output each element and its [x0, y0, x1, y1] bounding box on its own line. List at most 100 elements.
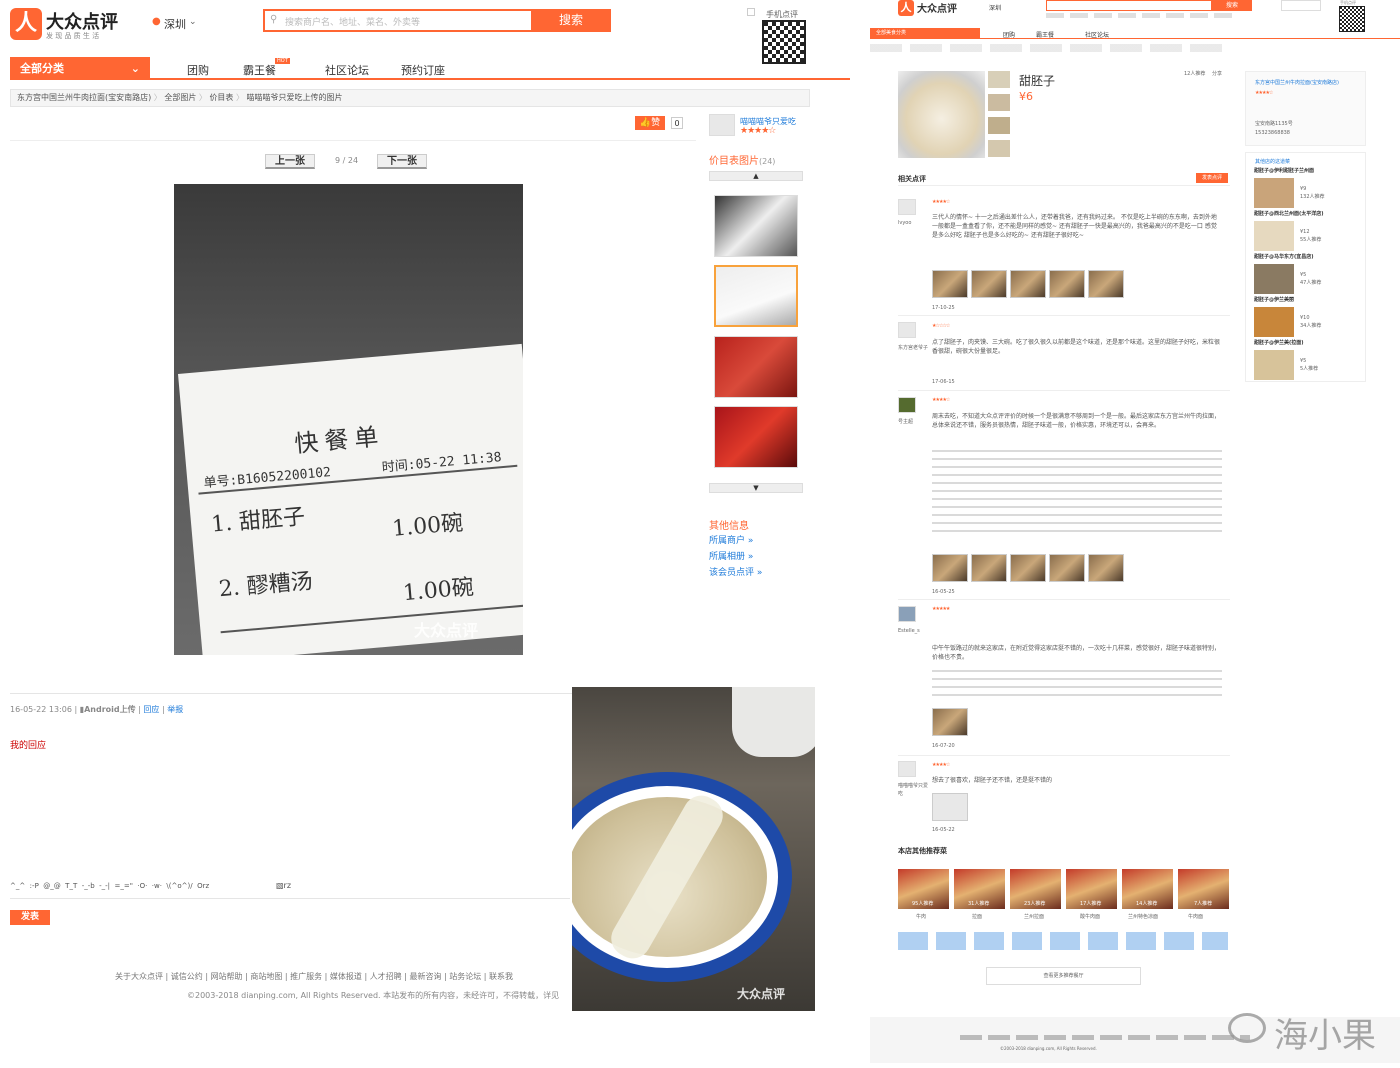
review-avatar[interactable]	[898, 606, 916, 622]
review-username[interactable]: Estelle_s	[898, 627, 920, 635]
image-insert-icon[interactable]: ▧rz	[276, 881, 291, 890]
review-photo[interactable]	[932, 554, 968, 582]
qr-close-icon[interactable]	[747, 8, 755, 16]
chevron-down-icon[interactable]: ⌄	[189, 17, 197, 27]
search-input[interactable]: ⚲ 搜索商户名、地址、菜名、外卖等	[263, 9, 533, 32]
nav-item-booking[interactable]: 预约订座	[401, 62, 445, 78]
search-button[interactable]: 搜索	[1212, 0, 1252, 11]
uploader-avatar[interactable]	[709, 114, 735, 136]
same-dish-item[interactable]: 甜胚子@西北兰州面(太平洋店) ¥12 55人推荐	[1254, 210, 1362, 253]
dish-main-photo[interactable]	[898, 71, 985, 158]
more-restaurants-button[interactable]: 查看更多推荐餐厅	[986, 967, 1141, 985]
nav-item-forum[interactable]: 社区论坛	[1085, 30, 1109, 39]
reply-textarea[interactable]	[10, 752, 570, 874]
review-photo[interactable]	[932, 793, 968, 821]
write-review-button[interactable]: 发表点评	[1196, 173, 1228, 183]
same-dish-item[interactable]: 甜胚子@伊兰美(拉面) ¥5 5人推荐	[1254, 339, 1362, 382]
rec-dish-name[interactable]: 牛肉面	[1188, 913, 1203, 921]
album-scroll-down[interactable]: ▼	[709, 483, 803, 493]
search-input[interactable]	[1046, 0, 1212, 11]
review-photo[interactable]	[1088, 554, 1124, 582]
same-dish-item[interactable]: 甜胚子@马华东方(宜昌店) ¥5 47人推荐	[1254, 253, 1362, 296]
rec-dish-count: 17人推荐	[1080, 901, 1102, 907]
review-avatar[interactable]	[898, 397, 916, 413]
search-shop-button[interactable]	[1281, 0, 1321, 11]
review-avatar[interactable]	[898, 199, 916, 215]
nav-item-forum[interactable]: 社区论坛	[325, 62, 369, 78]
dish-thumb-4[interactable]	[988, 140, 1010, 157]
meta-reply-link[interactable]: 回应	[143, 705, 159, 714]
nav-all-categories[interactable]: 全部美食分类	[870, 28, 980, 39]
footer-link[interactable]: 联系我	[489, 972, 513, 981]
nav-item-bawangcan[interactable]: 霸王餐	[243, 62, 276, 78]
album-title[interactable]: 价目表图片(24)	[709, 152, 775, 167]
other-link-album[interactable]: 所属相册 »	[709, 549, 753, 562]
review-username[interactable]: 喵喵喵爷只爱吃	[898, 782, 928, 798]
review-photo[interactable]	[1088, 270, 1124, 298]
nav-item-bawangcan[interactable]: 霸王餐	[1036, 30, 1054, 39]
review-photo[interactable]	[1010, 270, 1046, 298]
rec-dish-name[interactable]: 酸牛肉面	[1080, 913, 1100, 921]
rec-dish-name[interactable]: 拉面	[972, 913, 982, 921]
dish-thumb-2[interactable]	[988, 94, 1010, 111]
prev-photo-button[interactable]: 上一张	[265, 154, 315, 169]
review-avatar[interactable]	[898, 322, 916, 338]
footer-link[interactable]: 推广服务	[290, 972, 322, 981]
review-username[interactable]: 号主超	[898, 418, 913, 426]
dish-thumb-3[interactable]	[988, 117, 1010, 134]
nav-all-categories[interactable]: 全部分类 ⌄	[10, 57, 150, 80]
album-thumb-3[interactable]	[714, 336, 798, 398]
album-thumb-1[interactable]	[714, 195, 798, 257]
shop-name[interactable]: 东方宫中国兰州牛肉拉面(宝安南路店)	[1255, 80, 1363, 87]
footer-link[interactable]: 最新咨询	[409, 972, 441, 981]
footer-link[interactable]: 媒体报道	[330, 972, 362, 981]
footer-link[interactable]: 关于大众点评	[115, 972, 163, 981]
review-avatar[interactable]	[898, 761, 916, 777]
meta-report-link[interactable]: 举报	[167, 705, 183, 714]
dianping-logo-icon[interactable]: 人	[898, 0, 914, 16]
album-scroll-up[interactable]: ▲	[709, 171, 803, 181]
nav-item-groupbuy[interactable]: 团购	[1003, 30, 1015, 39]
review-photo[interactable]	[932, 708, 968, 736]
breadcrumb-menu[interactable]: 价目表	[209, 93, 233, 102]
album-thumb-2[interactable]	[714, 265, 798, 327]
other-link-shop[interactable]: 所属商户 »	[709, 533, 753, 546]
footer-link[interactable]: 商站地图	[250, 972, 282, 981]
breadcrumb-shop[interactable]: 东方宫中国兰州牛肉拉面(宝安南路店)	[17, 93, 151, 102]
submit-reply-button[interactable]: 发表	[10, 910, 50, 925]
review-photo[interactable]	[1049, 270, 1085, 298]
rec-dish-name[interactable]: 兰州拉面	[1024, 913, 1044, 921]
rec-dish-name[interactable]: 兰州特色凉面	[1128, 913, 1158, 921]
other-link-member[interactable]: 该会员点评 »	[709, 565, 762, 578]
review-photo[interactable]	[1049, 554, 1085, 582]
review-photo[interactable]	[932, 270, 968, 298]
footer-link[interactable]: 网站帮助	[211, 972, 243, 981]
same-dish-item[interactable]: 甜胚子@伊兰美丽 ¥10 34人推荐	[1254, 296, 1362, 339]
nav-item-groupbuy[interactable]: 团购	[187, 62, 209, 78]
search-button[interactable]: 搜索	[531, 9, 611, 32]
rec-dish-name[interactable]: 牛肉	[916, 913, 926, 921]
next-photo-button[interactable]: 下一张	[377, 154, 427, 169]
like-button[interactable]: 👍赞	[635, 116, 665, 130]
review-photo[interactable]	[1010, 554, 1046, 582]
review-text: 想去了很喜欢，甜胚子还不错，还是挺不错的	[932, 777, 1053, 784]
footer-link[interactable]: 诚信公约	[171, 972, 203, 981]
album-thumb-4[interactable]	[714, 406, 798, 468]
review-photo[interactable]	[971, 270, 1007, 298]
city-selector[interactable]: 深圳	[164, 16, 186, 32]
review-photo[interactable]	[971, 554, 1007, 582]
breadcrumb-all-photos[interactable]: 全部图片	[164, 93, 196, 102]
breadcrumb: 东方宫中国兰州牛肉拉面(宝安南路店) 〉 全部图片 〉 价目表 〉 喵喵喵爷只爱…	[10, 89, 810, 107]
dianping-logo-icon[interactable]: 人	[10, 8, 42, 40]
review-username[interactable]: lvyoo	[898, 219, 911, 227]
dish-thumb-1[interactable]	[988, 71, 1010, 88]
review-username[interactable]: 东方宫老爷子	[898, 344, 928, 352]
share-button[interactable]: 分享	[1212, 70, 1222, 77]
footer-link[interactable]: 站务论坛	[449, 972, 481, 981]
emoticon-bar[interactable]: ^_^ :-P @_@ T_T -_-b -_-| =_=" ·O· ·w· \…	[10, 882, 209, 890]
footer-links[interactable]	[960, 1035, 1250, 1040]
same-dish-item[interactable]: 甜胚子@伊利甜胚子兰州面 ¥9 132人推荐	[1254, 167, 1362, 210]
city-selector[interactable]: 深圳	[989, 3, 1001, 12]
footer-link[interactable]: 人才招聘	[370, 972, 402, 981]
main-photo[interactable]: 快餐单 单号:B16052200102 时间:05-22 11:38 1. 甜胚…	[174, 184, 523, 655]
